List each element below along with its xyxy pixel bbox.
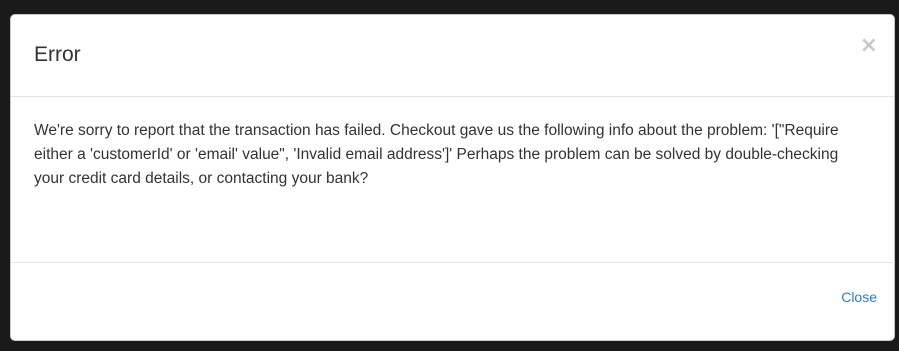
dialog-header: Error × — [11, 15, 894, 97]
dialog-title: Error — [34, 43, 81, 66]
close-icon[interactable]: × — [860, 35, 878, 57]
error-message: We're sorry to report that the transacti… — [34, 122, 839, 187]
dialog-body: We're sorry to report that the transacti… — [11, 97, 894, 263]
close-button[interactable]: Close — [841, 289, 877, 305]
error-dialog: Error × We're sorry to report that the t… — [10, 14, 895, 341]
dialog-footer: Close — [11, 263, 894, 340]
